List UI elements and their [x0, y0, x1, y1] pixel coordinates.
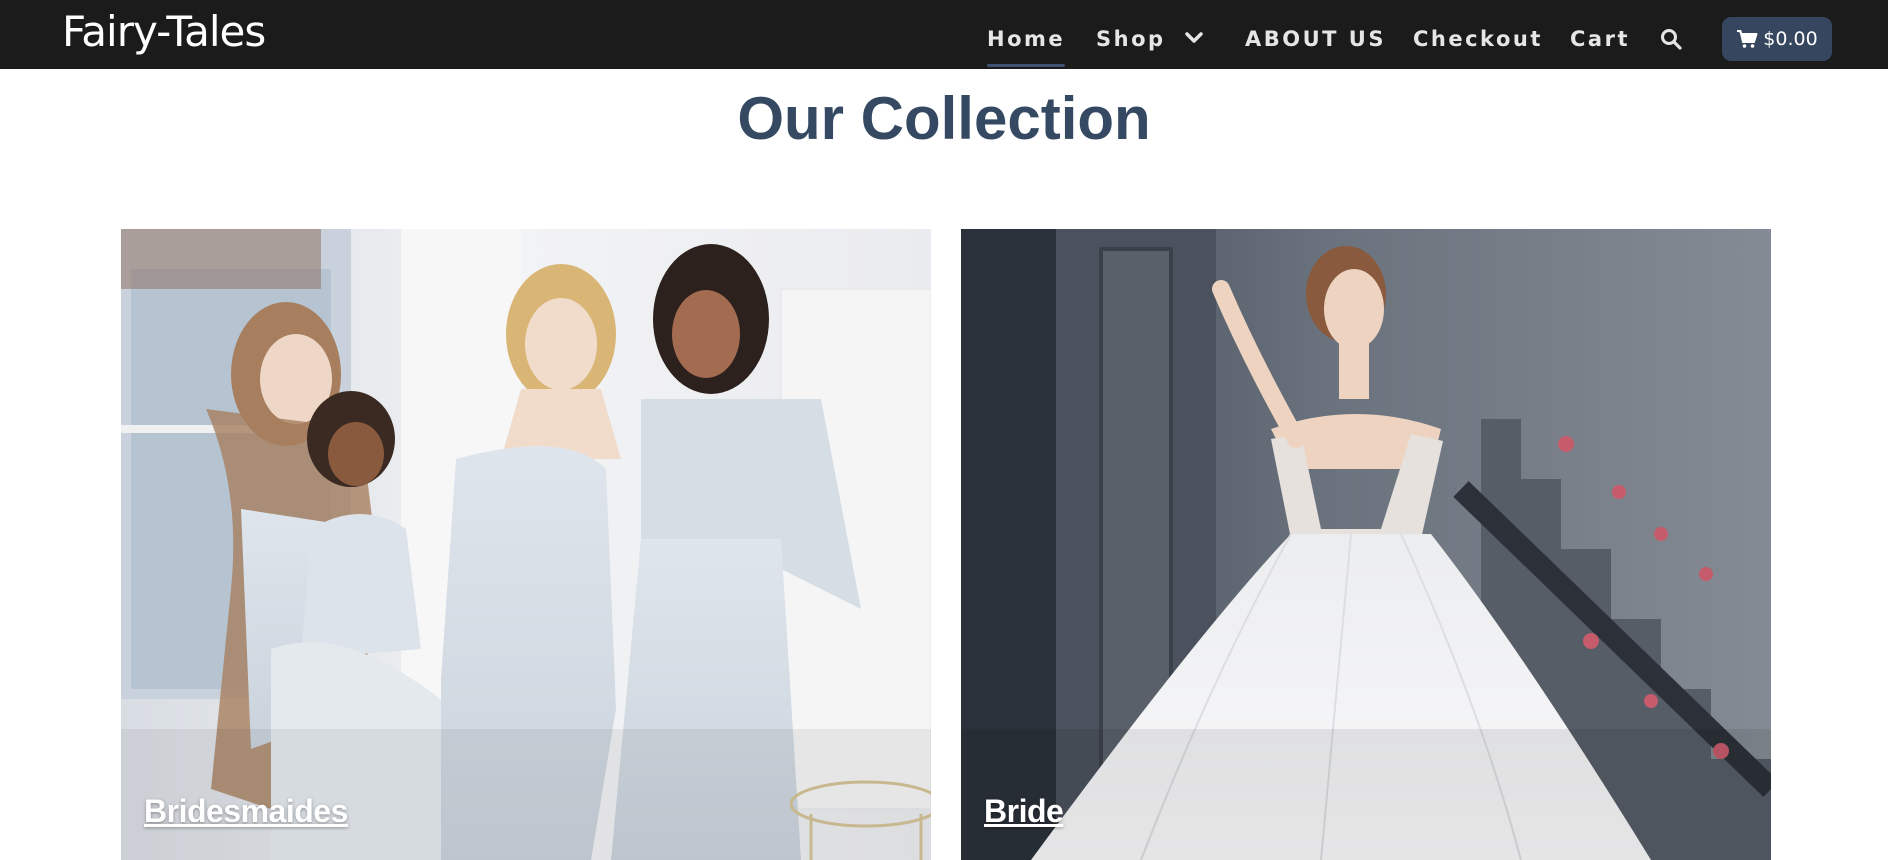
cart-total-amount: $0.00 [1763, 28, 1818, 50]
nav-home-label: Home [987, 27, 1066, 51]
nav-checkout[interactable]: Checkout [1413, 0, 1543, 69]
main-nav: Home Shop ABOUT US Checkout Cart $0.00 [0, 0, 1888, 69]
search-icon[interactable] [1659, 27, 1683, 51]
bridesmaids-photo [121, 229, 931, 860]
nav-shop[interactable]: Shop [1096, 0, 1204, 69]
nav-cart-label: Cart [1570, 27, 1630, 51]
chevron-down-icon [1185, 32, 1204, 43]
bridesmaids-link[interactable]: Bridesmaides [144, 793, 348, 830]
page-title: Our Collection [737, 85, 1151, 152]
nav-about-label: ABOUT US [1245, 27, 1386, 51]
bride-link[interactable]: Bride [984, 793, 1064, 830]
nav-home[interactable]: Home [987, 0, 1066, 69]
nav-checkout-label: Checkout [1413, 27, 1543, 51]
nav-cart[interactable]: Cart [1570, 0, 1630, 69]
cart-icon [1737, 30, 1758, 48]
collection-card-bride[interactable]: Bride [961, 229, 1771, 860]
cart-total-button[interactable]: $0.00 [1722, 17, 1832, 61]
top-navbar: Fairy-Tales Home Shop ABOUT US Checkout … [0, 0, 1888, 69]
bride-photo [961, 229, 1771, 860]
nav-shop-label: Shop [1096, 27, 1166, 51]
nav-about-us[interactable]: ABOUT US [1245, 0, 1386, 69]
collection-card-bridesmaids[interactable]: Bridesmaides [121, 229, 931, 860]
